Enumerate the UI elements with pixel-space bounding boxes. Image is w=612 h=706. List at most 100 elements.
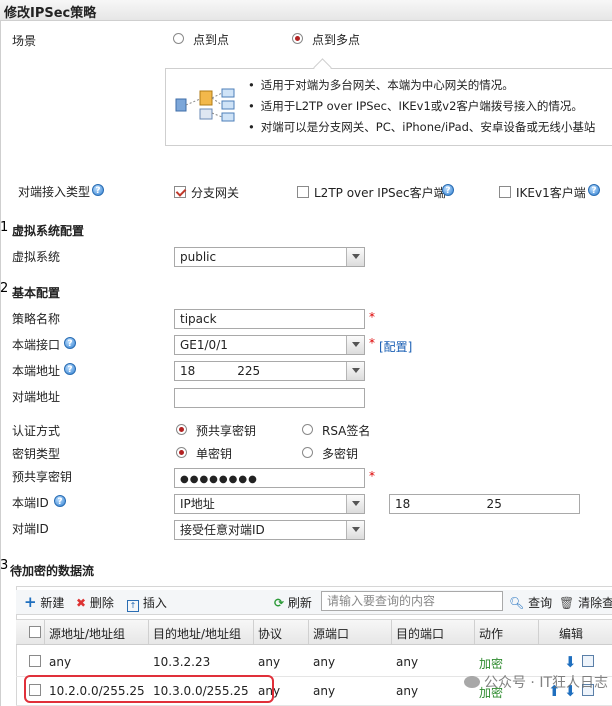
section-vsys-title: 虚拟系统配置 bbox=[12, 224, 85, 238]
network-diagram-icon bbox=[175, 88, 235, 122]
info-bullet-1: 适用于对端为多台网关、本端为中心网关的情况。 bbox=[248, 77, 514, 93]
local-id-type-chevron-icon[interactable] bbox=[346, 495, 364, 513]
checkbox-branch-gateway[interactable] bbox=[174, 186, 186, 198]
local-address-select[interactable]: 18 225 bbox=[174, 361, 365, 381]
dialog-title: 修改IPSec策略 bbox=[4, 6, 97, 21]
delete-button-label: 删除 bbox=[89, 596, 114, 610]
delete-button[interactable]: ✖ 删除 bbox=[76, 594, 114, 611]
highlight-box bbox=[24, 675, 274, 703]
local-interface-help-icon[interactable]: ? bbox=[64, 337, 76, 349]
section-basic-title: 基本配置 bbox=[12, 286, 61, 300]
flows-table-header: 源地址/地址组 目的地址/地址组 协议 源端口 目的端口 动作 编辑 bbox=[16, 619, 612, 645]
vsys-select[interactable]: public bbox=[174, 247, 365, 267]
watermark: 公众号 · IT狂人日志 bbox=[463, 672, 608, 692]
info-pointer bbox=[313, 58, 332, 77]
col-edit[interactable]: 编辑 bbox=[559, 625, 583, 642]
left-border bbox=[0, 21, 1, 706]
checkbox-branch-gateway-label: 分支网关 bbox=[191, 186, 240, 200]
preshared-key-label: 预共享密钥 bbox=[12, 470, 73, 484]
radio-point-to-point[interactable] bbox=[173, 33, 184, 44]
local-interface-label: 本端接口 bbox=[12, 338, 61, 352]
peer-address-input[interactable] bbox=[174, 388, 365, 408]
col-dst-port[interactable]: 目的端口 bbox=[396, 625, 444, 642]
col-dst-address[interactable]: 目的地址/地址组 bbox=[153, 625, 241, 642]
row-dst: 10.3.2.23 bbox=[153, 655, 211, 669]
plus-icon: + bbox=[24, 593, 37, 611]
local-id-help-icon[interactable]: ? bbox=[54, 495, 66, 507]
query-button[interactable]: 🔍︎ 查询 bbox=[509, 594, 552, 611]
flows-search-input[interactable]: 请输入要查询的内容 bbox=[321, 591, 503, 611]
policy-name-label: 策略名称 bbox=[12, 312, 61, 326]
vsys-select-chevron-icon[interactable] bbox=[346, 248, 364, 266]
search-icon: 🔍︎ bbox=[509, 596, 525, 610]
local-id-label: 本端ID bbox=[12, 496, 49, 510]
refresh-button[interactable]: ⟳ 刷新 bbox=[274, 594, 312, 611]
local-id-type-select[interactable]: IP地址 bbox=[174, 494, 365, 514]
col-protocol[interactable]: 协议 bbox=[258, 625, 282, 642]
radio-single-key[interactable] bbox=[176, 447, 187, 458]
radio-preshared-key[interactable] bbox=[176, 424, 187, 435]
local-interface-value: GE1/0/1 bbox=[180, 338, 228, 352]
select-all-checkbox[interactable] bbox=[29, 626, 41, 638]
configure-interface-link[interactable]: [配置] bbox=[379, 338, 412, 355]
delete-x-icon: ✖ bbox=[76, 596, 87, 610]
insert-button[interactable]: ↑ 插入 bbox=[127, 594, 167, 612]
insert-icon: ↑ bbox=[127, 600, 139, 612]
radio-rsa-signature-label: RSA签名 bbox=[322, 424, 371, 438]
info-bullet-2: 适用于L2TP over IPSec、IKEv1或v2客户端拨号接入的情况。 bbox=[248, 98, 583, 114]
radio-multi-key[interactable] bbox=[302, 447, 313, 458]
peer-access-label: 对端接入类型 bbox=[18, 185, 91, 199]
local-interface-select[interactable]: GE1/0/1 bbox=[174, 335, 365, 355]
checkbox-ikev1-client[interactable] bbox=[499, 186, 511, 198]
scenario-label: 场景 bbox=[12, 34, 37, 48]
edit-icon[interactable] bbox=[582, 655, 594, 667]
local-address-help-icon[interactable]: ? bbox=[64, 363, 76, 375]
section-3-number: 3 bbox=[0, 558, 9, 573]
local-address-chevron-icon[interactable] bbox=[346, 362, 364, 380]
preshared-key-value: ●●●●●●●● bbox=[180, 474, 258, 485]
local-interface-required-mark: * bbox=[369, 336, 375, 350]
row-src-port: any bbox=[313, 655, 336, 669]
policy-name-input[interactable]: tipack bbox=[174, 309, 365, 329]
row-src: any bbox=[49, 655, 72, 669]
local-id-value: 18 25 bbox=[395, 497, 502, 511]
peer-id-value: 接受任意对端ID bbox=[180, 523, 265, 537]
ikev1-help-icon[interactable]: ? bbox=[588, 184, 600, 196]
radio-point-to-point-label: 点到点 bbox=[193, 33, 230, 47]
policy-name-required-mark: * bbox=[369, 310, 375, 324]
row-dst-port: any bbox=[396, 684, 419, 698]
section-flows-title: 待加密的数据流 bbox=[10, 564, 95, 578]
move-down-icon[interactable]: ⬇ bbox=[564, 653, 577, 671]
col-src-port[interactable]: 源端口 bbox=[313, 625, 349, 642]
preshared-key-required-mark: * bbox=[369, 469, 375, 483]
radio-preshared-key-label: 预共享密钥 bbox=[196, 424, 257, 438]
row-dst-port: any bbox=[396, 655, 419, 669]
peer-address-label: 对端地址 bbox=[12, 390, 61, 404]
peer-id-label: 对端ID bbox=[12, 522, 49, 536]
radio-multi-key-label: 多密钥 bbox=[322, 447, 359, 461]
peer-id-chevron-icon[interactable] bbox=[346, 521, 364, 539]
wechat-icon bbox=[463, 676, 480, 688]
l2tp-help-icon[interactable]: ? bbox=[442, 184, 454, 196]
radio-single-key-label: 单密钥 bbox=[196, 447, 233, 461]
row-checkbox[interactable] bbox=[29, 655, 41, 667]
preshared-key-input[interactable]: ●●●●●●●● bbox=[174, 468, 365, 488]
clear-query-button[interactable]: 🗑︎ 清除查 bbox=[559, 594, 612, 611]
radio-point-to-multipoint[interactable] bbox=[292, 33, 303, 44]
auth-method-label: 认证方式 bbox=[12, 424, 61, 438]
info-bullet-3: 对端可以是分支网关、PC、iPhone/iPad、安卓设备或无线小基站 bbox=[248, 119, 596, 135]
col-src-address[interactable]: 源地址/地址组 bbox=[49, 625, 125, 642]
radio-rsa-signature[interactable] bbox=[302, 424, 313, 435]
col-action[interactable]: 动作 bbox=[479, 625, 503, 642]
vsys-label: 虚拟系统 bbox=[12, 250, 61, 264]
peer-access-help-icon[interactable]: ? bbox=[92, 184, 104, 196]
watermark-text: 公众号 · IT狂人日志 bbox=[483, 675, 608, 691]
local-address-label: 本端地址 bbox=[12, 364, 61, 378]
local-interface-chevron-icon[interactable] bbox=[346, 336, 364, 354]
policy-name-value: tipack bbox=[180, 312, 217, 326]
peer-id-select[interactable]: 接受任意对端ID bbox=[174, 520, 365, 540]
checkbox-l2tp-client[interactable] bbox=[297, 186, 309, 198]
row-action: 加密 bbox=[479, 657, 504, 671]
new-button[interactable]: + 新建 bbox=[24, 594, 64, 611]
local-id-value-input[interactable]: 18 25 bbox=[389, 494, 580, 514]
